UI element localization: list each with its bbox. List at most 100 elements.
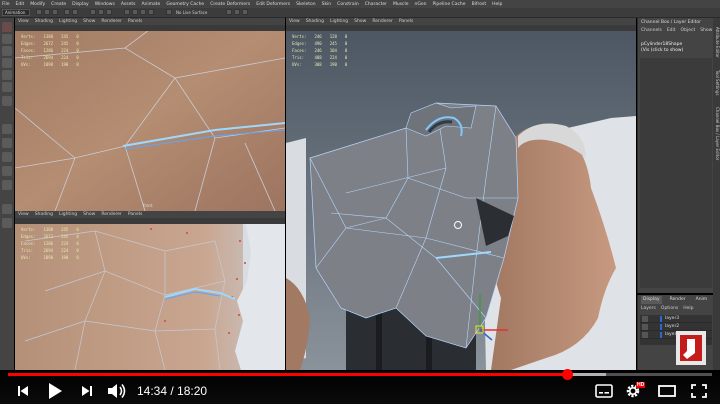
menu-item-19[interactable]: Help [492,2,502,7]
menu-item-16[interactable]: nGen [415,2,427,7]
menu-set-select[interactable]: Animation [2,9,30,16]
menu-item-1[interactable]: Edit [16,2,25,7]
visibility-toggle-icon[interactable] [642,315,648,322]
menu-item-7[interactable]: Animate [141,2,160,7]
channel-box-menu-item-1[interactable]: Edit [667,27,676,35]
viewport-menu-item-3[interactable]: Show [83,19,95,24]
subtitles-button[interactable] [594,381,614,401]
next-button[interactable] [78,381,96,401]
redo-icon[interactable] [72,9,78,15]
menu-item-18[interactable]: Bifrost [472,2,487,7]
snap-grid-icon[interactable] [124,9,130,15]
ipr-render-icon[interactable] [234,9,240,15]
channel-box-attributes [640,58,712,288]
render-icon[interactable] [226,9,232,15]
menu-item-3[interactable]: Create [51,2,66,7]
snap-curve-icon[interactable] [132,9,138,15]
viewport-menu-item-4[interactable]: Renderer [101,19,122,24]
visibility-toggle-icon[interactable] [642,331,648,338]
viewport-menu-item-5[interactable]: Panels [399,19,413,24]
viewport-menu-item-4[interactable]: Renderer [372,19,393,24]
hypershade-layout-icon[interactable] [2,204,12,214]
rotate-tool-icon[interactable] [2,70,12,80]
scale-tool-icon[interactable] [2,82,12,92]
open-scene-icon[interactable] [44,9,50,15]
undo-icon[interactable] [64,9,70,15]
channel-box-menu-item-3[interactable]: Show [700,27,712,35]
previous-button[interactable] [14,381,32,401]
menu-item-9[interactable]: Create Deformers [210,2,250,7]
visibility-toggle-icon[interactable] [642,323,648,330]
viewport-menu-item-0[interactable]: View [18,212,29,217]
menu-item-11[interactable]: Skeleton [296,2,315,7]
move-tool-icon[interactable] [2,58,12,68]
channel-box-tab[interactable]: Channel Box / Layer Editor [713,104,720,164]
layer-tab-1[interactable]: Render [668,296,688,304]
menu-item-8[interactable]: Geometry Cache [166,2,204,7]
theater-mode-button[interactable] [656,381,678,401]
selected-object[interactable]: pCylinder18Shape (Vis (click to show) [641,42,683,54]
viewport-menu-item-2[interactable]: Lighting [330,19,348,24]
viewport-menu-item-5[interactable]: Panels [128,212,142,217]
single-view-layout-icon[interactable] [2,124,12,134]
menu-item-13[interactable]: Constrain [337,2,359,7]
layer-menu-item-1[interactable]: Options [661,305,678,312]
volume-button[interactable] [106,381,128,401]
viewport-menu-item-1[interactable]: Shading [35,19,53,24]
menu-item-17[interactable]: Pipeline Cache [433,2,466,7]
viewport-menu-item-3[interactable]: Show [83,212,95,217]
make-live-icon[interactable] [166,9,172,15]
play-button[interactable] [44,381,66,401]
layer-menu-item-2[interactable]: Help [683,305,693,312]
viewport-side[interactable]: View Shading Lighting Show Renderer Panels Ve… [15,211,285,370]
channel-box-menu-item-2[interactable]: Object [681,27,696,35]
render-settings-icon[interactable] [242,9,248,15]
side-by-side-layout-icon[interactable] [2,152,12,162]
last-tool-icon[interactable] [2,96,12,106]
lasso-tool-icon[interactable] [2,34,12,44]
tool-settings-tab[interactable]: Tool Settings [713,66,720,100]
viewport-perspective[interactable]: View Shading Lighting Show Renderer Panels Ve… [286,18,636,370]
channel-box-menu-item-0[interactable]: Channels [641,27,662,35]
menu-item-0[interactable]: File [2,2,10,7]
layer-tab-0[interactable]: Display [641,296,662,304]
viewport-menu-item-1[interactable]: Shading [35,212,53,217]
snap-point-icon[interactable] [140,9,146,15]
uv-editor-layout-icon[interactable] [2,218,12,228]
select-hierarchy-icon[interactable] [90,9,96,15]
fullscreen-button[interactable] [688,381,710,401]
viewport-menu-item-0[interactable]: View [289,19,300,24]
new-scene-icon[interactable] [36,9,42,15]
layer-row[interactable]: layer2 [640,323,712,331]
select-component-icon[interactable] [106,9,112,15]
hud-label: Faces: [21,241,36,246]
viewport-front[interactable]: View Shading Lighting Show Renderer Panels Ve… [15,18,285,211]
save-scene-icon[interactable] [52,9,58,15]
menu-item-2[interactable]: Modify [30,2,45,7]
viewport-menu-item-1[interactable]: Shading [306,19,324,24]
snap-surface-icon[interactable] [148,9,154,15]
menu-item-12[interactable]: Skin [322,2,332,7]
layer-tab-2[interactable]: Anim [694,296,710,304]
viewport-menu-item-4[interactable]: Renderer [101,212,122,217]
outliner-layout-icon[interactable] [2,180,12,190]
layer-menu-item-0[interactable]: Layers [641,305,656,312]
menu-item-6[interactable]: Assets [121,2,136,7]
menu-item-15[interactable]: Muscle [393,2,409,7]
paint-select-icon[interactable] [2,46,12,56]
menu-item-10[interactable]: Edit Deformers [256,2,290,7]
menu-item-14[interactable]: Character [365,2,387,7]
viewport-menu-item-2[interactable]: Lighting [59,212,77,217]
viewport-menu-item-0[interactable]: View [18,19,29,24]
viewport-menu-item-2[interactable]: Lighting [59,19,77,24]
select-tool-icon[interactable] [2,22,12,32]
select-object-icon[interactable] [98,9,104,15]
viewport-menu-item-5[interactable]: Panels [128,19,142,24]
viewport-menu-item-3[interactable]: Show [354,19,366,24]
persp-graph-layout-icon[interactable] [2,166,12,176]
attribute-editor-tab[interactable]: Attribute Editor [713,22,720,62]
menu-item-5[interactable]: Windows [95,2,115,7]
four-view-layout-icon[interactable] [2,138,12,148]
layer-row[interactable]: layer3 [640,315,712,323]
menu-item-4[interactable]: Display [72,2,89,7]
